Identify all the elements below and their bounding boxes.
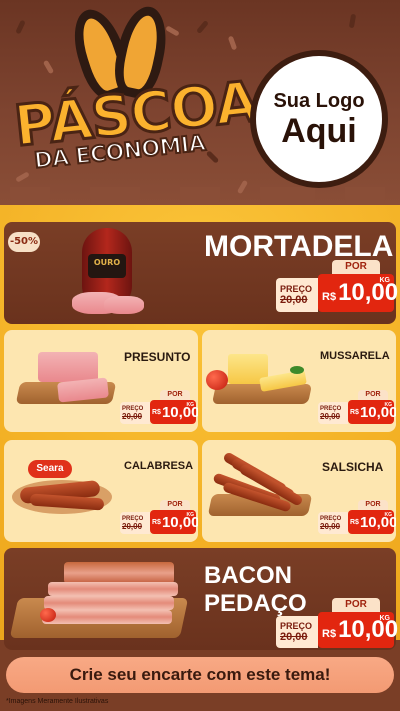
tomato-icon bbox=[40, 608, 56, 622]
product-name: CALABRESA bbox=[124, 460, 194, 472]
price-tag: PREÇO 20,00 POR R$ 10,00 KG bbox=[318, 500, 396, 534]
price-tag: PREÇO 20,00 POR R$ 10,00 KG bbox=[120, 500, 198, 534]
brand-label: OURO bbox=[93, 258, 121, 267]
discount-badge: -50% bbox=[8, 232, 40, 252]
price-tag: PREÇO 20,00 POR R$ 10,00 KG bbox=[120, 390, 198, 424]
flyer-page: PÁSCOA DA ECONOMIA Sua Logo Aqui OURO MO… bbox=[0, 0, 400, 711]
price-tag: PREÇO 20,00 POR R$ 10,00 KG bbox=[318, 390, 396, 424]
price-tag: PREÇO 20,00 POR R$ 10,00 KG bbox=[276, 598, 398, 648]
new-price: POR R$ 10,00 KG bbox=[318, 598, 398, 648]
product-name: MUSSARELA bbox=[320, 350, 390, 362]
old-price: PREÇO 20,00 bbox=[276, 616, 318, 648]
logo-text-line2: Aqui bbox=[281, 111, 357, 150]
old-price: PREÇO 20,00 bbox=[276, 278, 318, 312]
product-card-salsicha: SALSICHA PREÇO 20,00 POR R$ 10,00 KG bbox=[202, 440, 396, 542]
product-card-mussarela: MUSSARELA PREÇO 20,00 POR R$ 10,00 KG bbox=[202, 330, 396, 432]
seara-logo: Seara bbox=[28, 460, 72, 478]
disclaimer: *Imagens Meramente Ilustrativas bbox=[6, 698, 109, 705]
product-name: MORTADELA bbox=[204, 230, 394, 263]
product-name: SALSICHA bbox=[322, 460, 384, 474]
tomato-icon bbox=[206, 370, 228, 390]
header-banner: PÁSCOA DA ECONOMIA Sua Logo Aqui bbox=[0, 0, 400, 205]
logo-text-line1: Sua Logo bbox=[273, 89, 365, 112]
product-name: PRESUNTO bbox=[124, 350, 191, 364]
cta-banner[interactable]: Crie seu encarte com este tema! bbox=[6, 657, 394, 693]
price-tag: PREÇO 20,00 POR R$ 10,00 KG bbox=[276, 260, 398, 312]
product-card-presunto: PRESUNTO PREÇO 20,00 POR R$ 10,00 KG bbox=[4, 330, 198, 432]
new-price: POR R$ 10,00 KG bbox=[318, 260, 398, 312]
logo-placeholder: Sua Logo Aqui bbox=[250, 50, 388, 188]
product-card-calabresa: Seara CALABRESA PREÇO 20,00 POR R$ 10,00… bbox=[4, 440, 198, 542]
